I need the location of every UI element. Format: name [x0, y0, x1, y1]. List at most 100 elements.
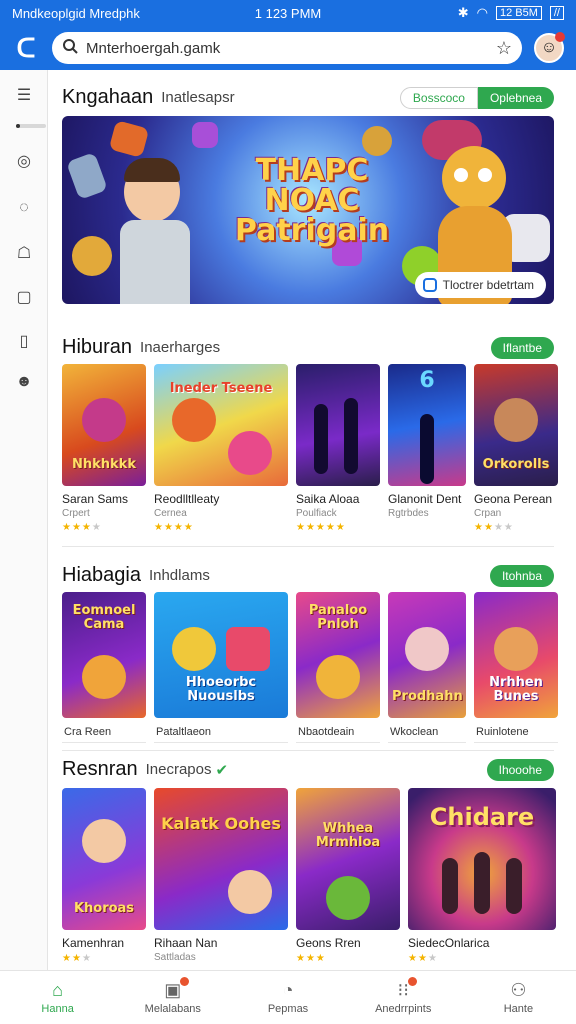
- game-rating: ★★★: [62, 953, 92, 964]
- game-title: Nbaotdeain: [296, 722, 380, 743]
- game-card[interactable]: Khoroas Kamenhran ★★★: [62, 788, 146, 964]
- game-title: Geons Rren: [296, 936, 361, 950]
- section-subtitle: Inecrapos: [145, 761, 212, 778]
- app-header: ᑕ ☆ ☺: [0, 26, 576, 70]
- notification-dot: [555, 32, 565, 42]
- avatar[interactable]: ☺: [534, 32, 565, 63]
- face-icon[interactable]: ☻: [14, 372, 34, 392]
- game-title: Saran Sams: [62, 492, 129, 506]
- game-card[interactable]: Orkorolls Geona Perean Crpan ★★★★: [474, 364, 558, 533]
- star-icon[interactable]: ☆: [496, 38, 512, 59]
- section-resnran-header: Resnran Inecrapos ✔ Ihooohe: [62, 758, 554, 781]
- banner-action-button[interactable]: Tloctrer bdetrtam: [414, 272, 546, 298]
- search-icon: [62, 38, 78, 59]
- game-card[interactable]: Whhea Mrmhloa Geons Rren ★★★: [296, 788, 400, 964]
- section-hiabagia-row: Eomnoel Cama Cra Reen Hhoeorbc Nuouslbs …: [62, 592, 558, 743]
- game-card[interactable]: Nrhhen Bunes Ruinlotene: [474, 592, 558, 743]
- notification-badge: [407, 977, 417, 986]
- nav-label: Pepmas: [267, 1003, 309, 1015]
- menu-icon[interactable]: ☰: [14, 86, 34, 106]
- nav-item-home[interactable]: ⌂ Hanna: [0, 971, 115, 1024]
- game-card[interactable]: Hhoeorbc Nuouslbs Pataltlaeon: [154, 592, 288, 743]
- nav-item-games[interactable]: ⁝⁝ Anedrrpints: [346, 971, 461, 1024]
- game-card[interactable]: Nhkhkkk Saran Sams Crpert ★★★★: [62, 364, 146, 533]
- game-thumbnail: Hhoeorbc Nuouslbs: [154, 592, 288, 718]
- game-thumbnail: Prodhahn: [388, 592, 466, 718]
- game-title: Cra Reen: [62, 722, 146, 743]
- disc-icon[interactable]: ◎: [14, 152, 34, 172]
- section-see-all-button[interactable]: Ihooohe: [486, 758, 554, 781]
- battery-status: 12 B5M: [495, 6, 542, 20]
- game-category: Rgtrbdes: [388, 508, 429, 519]
- featured-outline-button[interactable]: Bosscoco: [399, 86, 478, 109]
- featured-banner[interactable]: THAPC NOAC Patrigain Tloctrer bdetrtam: [62, 116, 554, 304]
- section-hiburan-row: Nhkhkkk Saran Sams Crpert ★★★★ Ineder Ts…: [62, 364, 558, 533]
- info-icon[interactable]: ▯: [14, 332, 34, 352]
- home-icon: ⌂: [52, 980, 64, 1000]
- section-see-all-button[interactable]: Itohnba: [489, 564, 554, 587]
- chat-icon: ◔: [282, 980, 294, 1000]
- game-rating: ★★★: [296, 953, 326, 964]
- gift-icon: ▣: [164, 977, 190, 1000]
- search-alt-icon[interactable]: ◌: [14, 198, 34, 218]
- game-card[interactable]: Saika Aloaa Poulfiack ★★★★★: [296, 364, 380, 533]
- game-thumbnail: Chidare: [408, 788, 556, 930]
- game-title: Wkoclean: [388, 722, 466, 743]
- game-card[interactable]: 6 Glanonit Dent Rgtrbdes: [388, 364, 466, 533]
- sidebar-scroll-indicator[interactable]: [16, 124, 46, 128]
- game-rating: ★★★★: [154, 522, 194, 533]
- status-bar: Mndkeoplgid Mredphk 1 123 PMM ✱ ◠ 12 B5M…: [0, 0, 576, 26]
- featured-title: Kngahaan: [62, 86, 154, 108]
- gem-decor: [192, 122, 218, 148]
- section-subtitle: Inaerharges: [140, 339, 221, 356]
- game-icon[interactable]: ☖: [14, 244, 34, 264]
- square-icon[interactable]: ▢: [14, 288, 34, 308]
- nav-item-gifts[interactable]: ▣ Melalabans: [115, 971, 230, 1024]
- featured-green-button[interactable]: Oplebnea: [477, 86, 554, 109]
- nav-item-chat[interactable]: ◔ Pepmas: [230, 971, 345, 1024]
- game-category: Cernea: [154, 508, 187, 519]
- game-thumbnail: Kalatk Oohes: [154, 788, 288, 930]
- game-rating: ★★★★: [62, 522, 102, 533]
- bottom-nav: ⌂ Hanna ▣ Melalabans ◔ Pepmas ⁝⁝ Anedrrp…: [0, 970, 576, 1024]
- section-resnran-row: Khoroas Kamenhran ★★★ Kalatk Oohes Rihaa…: [62, 788, 556, 964]
- game-thumbnail: Nrhhen Bunes: [474, 592, 558, 718]
- section-subtitle: Inhdlams: [148, 567, 210, 584]
- main-content: Kngahaan Inatlesapsr Bosscoco Oplebnea T…: [48, 70, 576, 970]
- game-card[interactable]: Eomnoel Cama Cra Reen: [62, 592, 146, 743]
- game-card[interactable]: Ineder Tseene Reodlltlleaty Cernea ★★★★: [154, 364, 288, 533]
- game-title: Pataltlaeon: [154, 722, 288, 743]
- nav-label: Melalabans: [144, 1003, 201, 1015]
- nav-label: Anedrrpints: [375, 1003, 432, 1015]
- game-title: Saika Aloaa: [296, 492, 360, 506]
- wifi-icon: ◠: [476, 5, 488, 20]
- nav-label: Hante: [503, 1003, 534, 1015]
- search-input[interactable]: [86, 39, 488, 57]
- section-divider: [62, 750, 554, 751]
- game-category: Poulfiack: [296, 508, 337, 519]
- notification-badge: [180, 977, 190, 986]
- featured-subtitle: Inatlesapsr: [161, 89, 235, 106]
- check-icon: ✔: [215, 761, 229, 779]
- search-bar[interactable]: ☆: [52, 32, 522, 64]
- nav-item-profile[interactable]: ⚇ Hante: [461, 971, 576, 1024]
- game-title: Reodlltlleaty: [154, 492, 220, 506]
- section-hiburan-header: Hiburan Inaerharges Iflantbe: [62, 336, 554, 359]
- game-card[interactable]: Panaloo Pnloh Nbaotdeain: [296, 592, 380, 743]
- game-card[interactable]: Prodhahn Wkoclean: [388, 592, 466, 743]
- section-hiabagia-header: Hiabagia Inhdlams Itohnba: [62, 564, 554, 587]
- section-divider: [62, 546, 554, 547]
- carrier-text: Mndkeoplgid Mredphk: [12, 5, 140, 21]
- kid-illustration: [72, 156, 212, 304]
- cube-decor: [108, 120, 150, 158]
- app-logo-icon[interactable]: ᑕ: [12, 33, 40, 63]
- game-thumbnail: Khoroas: [62, 788, 146, 930]
- game-thumbnail: Orkorolls: [474, 364, 558, 486]
- section-title: Resnran: [62, 758, 138, 780]
- sidebar: ☰ ◎ ◌ ☖ ▢ ▯ ☻: [0, 70, 48, 970]
- game-card[interactable]: Kalatk Oohes Rihaan Nan Sattladas: [154, 788, 288, 964]
- profile-icon: ⚇: [510, 980, 527, 1000]
- game-title: Glanonit Dent: [388, 492, 462, 506]
- game-card[interactable]: Chidare SiedecOnlarica ★★★: [408, 788, 556, 964]
- section-see-all-button[interactable]: Iflantbe: [490, 336, 554, 359]
